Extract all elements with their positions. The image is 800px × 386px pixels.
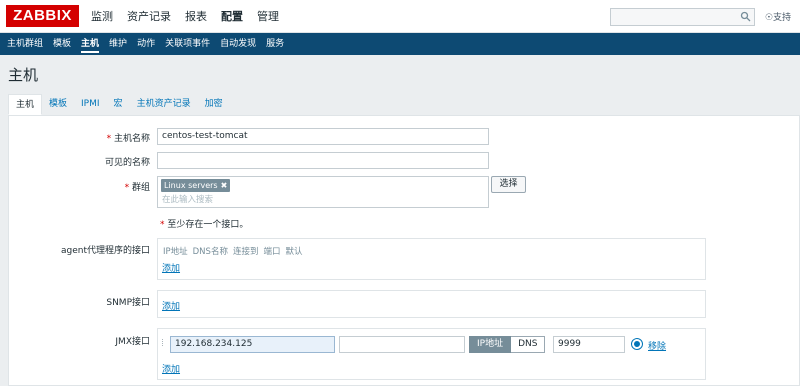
jmx-ip-input[interactable]: 192.168.234.125 (170, 336, 335, 353)
jmx-remove-link[interactable]: 移除 (648, 339, 666, 352)
col-default: 默认 (285, 247, 303, 257)
host-name-label: * 主机名称 (106, 134, 150, 144)
menu-monitoring[interactable]: 监测 (84, 0, 120, 33)
col-port: 端口 (263, 247, 281, 257)
jmx-dns-input[interactable] (339, 336, 465, 353)
subnav-actions[interactable]: 动作 (132, 33, 160, 55)
subnav-hosts[interactable]: 主机 (76, 33, 104, 55)
support-label: 支持 (773, 13, 792, 23)
group-chip: Linux servers ✖ (161, 179, 231, 192)
jmx-interfaces-label: JMX接口 (115, 337, 150, 347)
col-ip: IP地址 (163, 247, 188, 257)
menu-inventory[interactable]: 资产记录 (120, 0, 178, 33)
visible-name-input[interactable] (157, 152, 489, 169)
menu-configuration[interactable]: 配置 (214, 0, 250, 33)
zabbix-logo[interactable]: ZABBIX (6, 5, 79, 27)
tab-encryption[interactable]: 加密 (198, 94, 230, 115)
agent-interfaces-box: IP地址 DNS名称 连接到 端口 默认 添加 (157, 238, 706, 280)
jmx-port-input[interactable]: 9999 (553, 336, 625, 353)
visible-name-label: 可见的名称 (104, 158, 150, 168)
groups-search-placeholder[interactable]: 在此输入搜索 (162, 193, 213, 205)
tab-macros[interactable]: 宏 (107, 94, 130, 115)
select-groups-button[interactable]: 选择 (491, 176, 526, 193)
subnav-maintenance[interactable]: 维护 (104, 33, 132, 55)
agent-interfaces-label: agent代理程序的接口 (61, 246, 150, 256)
page-title: 主机 (8, 66, 39, 84)
col-dns: DNS名称 (192, 247, 228, 257)
global-search-input[interactable] (610, 8, 755, 26)
menu-reports[interactable]: 报表 (178, 0, 214, 33)
jmx-ip-toggle[interactable]: IP地址 (469, 336, 512, 353)
interface-note: * 至少存在一个接口。 (160, 220, 249, 230)
tab-templates[interactable]: 模板 (42, 94, 74, 115)
search-icon[interactable] (740, 11, 751, 22)
snmp-interfaces-label: SNMP接口 (106, 298, 150, 308)
jmx-default-radio[interactable] (631, 338, 643, 350)
jmx-add-link[interactable]: 添加 (162, 362, 180, 375)
tab-ipmi[interactable]: IPMI (74, 94, 107, 115)
subnav-correlation[interactable]: 关联项事件 (160, 33, 215, 55)
subnav-templates[interactable]: 模板 (48, 33, 76, 55)
jmx-dns-toggle[interactable]: DNS (511, 336, 546, 353)
groups-label: * 群组 (124, 183, 150, 193)
subnav-host-groups[interactable]: 主机群组 (2, 33, 48, 55)
headset-icon: ☉ (765, 13, 774, 23)
tab-inventory[interactable]: 主机资产记录 (130, 94, 198, 115)
config-subnav: 主机群组 模板 主机 维护 动作 关联项事件 自动发现 服务 (0, 33, 800, 55)
jmx-interfaces-box: 192.168.234.125 IP地址 DNS 9999 移除 添加 (157, 328, 706, 380)
col-connect: 连接到 (232, 247, 259, 257)
chip-remove-icon[interactable]: ✖ (221, 181, 228, 190)
snmp-interfaces-box: 添加 (157, 290, 706, 318)
agent-columns-header: IP地址 DNS名称 连接到 端口 默认 (163, 245, 308, 257)
subnav-services[interactable]: 服务 (261, 33, 289, 55)
tab-host[interactable]: 主机 (8, 94, 43, 115)
subnav-discovery[interactable]: 自动发现 (215, 33, 261, 55)
main-menu: 监测 资产记录 报表 配置 管理 (84, 0, 286, 33)
menu-administration[interactable]: 管理 (250, 0, 286, 33)
agent-add-link[interactable]: 添加 (162, 261, 180, 274)
drag-handle-icon[interactable] (162, 338, 167, 348)
snmp-add-link[interactable]: 添加 (162, 299, 180, 312)
jmx-connect-toggle: IP地址 DNS (469, 336, 546, 353)
form-tabs: 主机 模板 IPMI 宏 主机资产记录 加密 (8, 94, 800, 116)
top-header: ZABBIX 监测 资产记录 报表 配置 管理 ☉支持 (0, 0, 800, 33)
support-link[interactable]: ☉支持 (765, 10, 791, 23)
groups-multiselect[interactable]: Linux servers ✖ 在此输入搜索 (157, 176, 489, 208)
host-name-input[interactable]: centos-test-tomcat (157, 128, 489, 145)
